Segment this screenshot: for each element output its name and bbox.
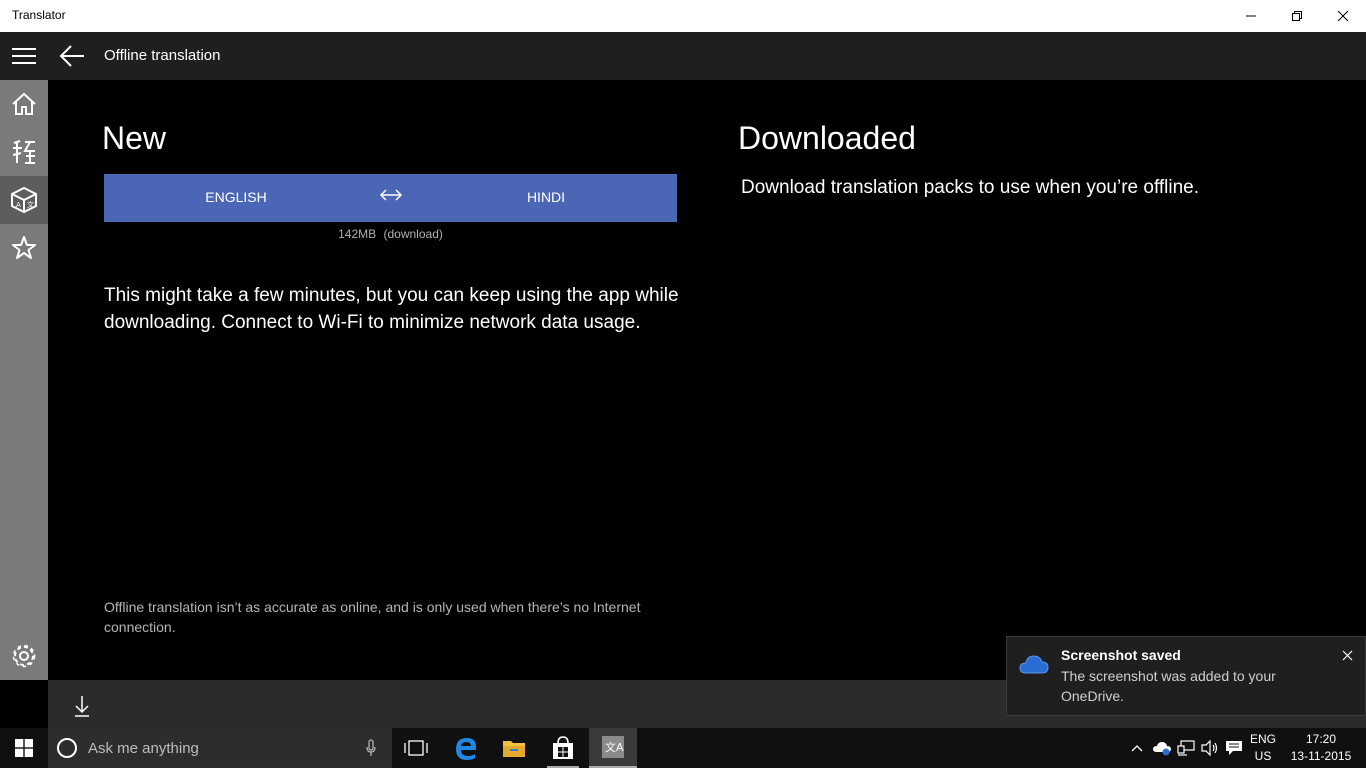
back-button[interactable] — [48, 32, 96, 80]
network-tray-button[interactable] — [1174, 728, 1198, 768]
translate-icon — [12, 140, 35, 164]
nav-translate-button[interactable] — [0, 128, 48, 176]
download-description: This might take a few minutes, but you c… — [104, 285, 679, 333]
taskbar: Ask me anything 文A ENG US 17:20 13-11-20… — [0, 728, 1366, 768]
svg-text:文A: 文A — [605, 740, 624, 754]
windows-logo-icon — [15, 739, 33, 757]
new-heading: New — [102, 120, 167, 156]
svg-text:A: A — [16, 201, 21, 209]
swap-arrows-icon — [379, 189, 403, 201]
chevron-up-icon — [1131, 745, 1143, 752]
restore-icon — [1292, 11, 1302, 21]
minimize-icon — [1246, 15, 1256, 17]
language-pack-row[interactable]: ENGLISH HINDI — [104, 174, 677, 222]
minimize-button[interactable] — [1228, 0, 1274, 32]
search-placeholder: Ask me anything — [88, 740, 199, 757]
svg-text:文: 文 — [27, 200, 34, 209]
downloaded-description: Download translation packs to use when y… — [741, 177, 1200, 198]
restore-button[interactable] — [1274, 0, 1320, 32]
window-title: Translator — [12, 8, 66, 22]
toast-notification[interactable]: Screenshot saved The screenshot was adde… — [1006, 636, 1366, 716]
download-link[interactable]: (download) — [384, 227, 443, 241]
source-language: ENGLISH — [205, 189, 267, 205]
translator-app-icon: 文A — [602, 736, 624, 758]
cortana-icon — [57, 738, 77, 758]
input-language[interactable]: ENG — [1246, 732, 1280, 746]
clock-time[interactable]: 17:20 — [1288, 732, 1354, 746]
page-title: Offline translation — [104, 47, 221, 64]
microphone-icon[interactable] — [366, 739, 376, 757]
title-bar: Translator — [0, 0, 1366, 32]
toast-body: The screenshot was added to your OneDriv… — [1061, 668, 1276, 704]
folder-icon — [503, 741, 525, 757]
toast-title: Screenshot saved — [1061, 647, 1181, 663]
notification-icon — [1226, 741, 1242, 755]
nav-rail: A 文 — [0, 32, 48, 680]
pack-info: 142MB (download) — [104, 227, 677, 241]
onedrive-cloud-icon — [1019, 655, 1049, 674]
clock-date[interactable]: 13-11-2015 — [1288, 749, 1354, 763]
action-center-button[interactable] — [1222, 728, 1246, 768]
close-icon — [1337, 10, 1349, 22]
pack-size: 142MB — [338, 227, 377, 241]
home-icon — [12, 92, 36, 115]
taskbar-store[interactable] — [539, 728, 587, 768]
nav-settings-button[interactable] — [0, 632, 48, 680]
settings-icon — [12, 644, 36, 668]
nav-offline-button[interactable]: A 文 — [0, 176, 48, 224]
page-header: Offline translation — [48, 32, 1366, 80]
close-button[interactable] — [1320, 0, 1366, 32]
download-button[interactable] — [68, 692, 96, 720]
cortana-search-box[interactable]: Ask me anything — [48, 728, 392, 768]
onedrive-tray-button[interactable] — [1150, 728, 1174, 768]
nav-home-button[interactable] — [0, 80, 48, 128]
start-button[interactable] — [0, 728, 48, 768]
menu-icon — [12, 48, 36, 64]
nav-favorites-button[interactable] — [0, 224, 48, 272]
target-language: HINDI — [526, 189, 566, 205]
toast-close-button[interactable] — [1339, 647, 1355, 663]
store-bag-icon — [553, 736, 573, 759]
onedrive-sync-icon — [1153, 742, 1171, 756]
close-icon — [1342, 650, 1352, 660]
back-arrow-icon — [59, 45, 84, 67]
favorites-icon — [12, 236, 36, 259]
volume-tray-button[interactable] — [1198, 728, 1222, 768]
taskbar-translator[interactable]: 文A — [589, 728, 637, 768]
network-icon — [1177, 740, 1195, 756]
task-view-icon — [404, 740, 428, 756]
accuracy-note: Offline translation isn’t as accurate as… — [104, 599, 641, 635]
show-hidden-icons-button[interactable] — [1126, 728, 1148, 768]
download-arrow-icon — [75, 696, 89, 717]
hamburger-button[interactable] — [0, 32, 48, 80]
task-view-button[interactable] — [392, 728, 440, 768]
taskbar-edge[interactable] — [442, 728, 490, 768]
input-region[interactable]: US — [1246, 749, 1280, 763]
edge-browser-icon — [456, 738, 476, 760]
taskbar-file-explorer[interactable] — [490, 728, 538, 768]
nav-items: A 文 — [0, 80, 48, 680]
main-content: New ENGLISH HINDI 142MB (download) This … — [48, 80, 1366, 680]
downloaded-heading: Downloaded — [738, 120, 916, 156]
offline-packs-icon: A 文 — [11, 186, 37, 214]
speaker-icon — [1201, 740, 1218, 756]
